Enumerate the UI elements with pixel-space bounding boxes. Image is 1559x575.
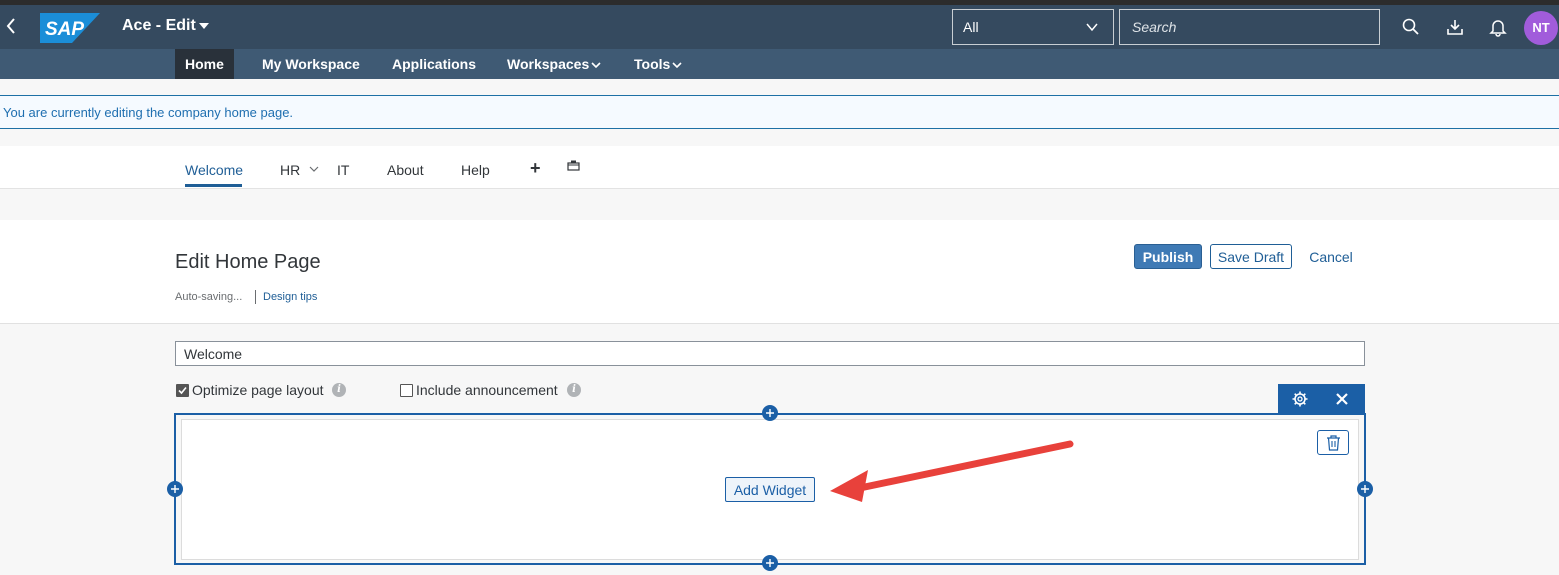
chevron-down-icon[interactable] [308, 163, 320, 175]
chevron-down-icon [591, 62, 601, 69]
publish-button[interactable]: Publish [1134, 244, 1202, 269]
search-scope-value: All [963, 19, 979, 35]
search-input[interactable] [1120, 10, 1379, 44]
download-icon[interactable] [1445, 17, 1465, 37]
nav-item-home[interactable]: Home [175, 49, 234, 79]
tab-it[interactable]: IT [337, 162, 349, 178]
autosave-status: Auto-saving... [175, 291, 243, 303]
optimize-layout-label: Optimize page layout [192, 382, 324, 398]
editing-info-message: You are currently editing the company ho… [0, 95, 1559, 129]
add-row-above-handle[interactable] [762, 405, 778, 421]
user-avatar[interactable]: NT [1524, 11, 1558, 45]
sap-logo[interactable]: SAP [40, 13, 100, 43]
checkmark-icon [178, 386, 187, 395]
tab-active-indicator [185, 184, 242, 187]
plus-icon [766, 409, 774, 417]
nav-item-tools[interactable]: Tools [634, 49, 682, 79]
search-scope-select[interactable]: All [952, 9, 1114, 45]
tab-hr[interactable]: HR [280, 162, 300, 178]
close-icon[interactable] [1333, 390, 1351, 408]
bell-icon[interactable] [1488, 17, 1508, 37]
tab-about[interactable]: About [387, 162, 424, 178]
back-icon[interactable] [4, 16, 20, 38]
tab-help[interactable]: Help [461, 162, 490, 178]
search-icon[interactable] [1401, 17, 1421, 37]
page-title: Edit Home Page [175, 251, 321, 273]
plus-icon [766, 559, 774, 567]
cancel-button[interactable]: Cancel [1306, 244, 1356, 269]
nav-item-applications[interactable]: Applications [392, 49, 476, 79]
nav-item-my-workspace[interactable]: My Workspace [262, 49, 360, 79]
add-tab-button[interactable]: + [530, 158, 541, 179]
plus-icon [1361, 485, 1369, 493]
info-icon[interactable]: i [332, 383, 346, 397]
trash-icon [1327, 435, 1340, 451]
info-icon[interactable]: i [567, 383, 581, 397]
include-announcement-label: Include announcement [416, 382, 558, 398]
editor-header: Edit Home Page Auto-saving... Design tip… [0, 220, 1559, 324]
divider [255, 290, 256, 304]
manage-tabs-icon[interactable] [567, 160, 581, 172]
add-column-left-handle[interactable] [167, 481, 183, 497]
add-column-right-handle[interactable] [1357, 481, 1373, 497]
delete-section-button[interactable] [1317, 430, 1349, 455]
page-name-input[interactable] [175, 341, 1365, 366]
annotation-arrow-icon [830, 440, 1074, 502]
gear-icon[interactable] [1291, 390, 1309, 408]
include-announcement-checkbox[interactable] [400, 384, 413, 397]
app-title-caret-icon[interactable] [199, 23, 209, 29]
nav-item-tools-label: Tools [634, 56, 671, 72]
chevron-down-icon [672, 62, 682, 69]
sap-logo-text: SAP [45, 19, 84, 40]
optimize-layout-checkbox[interactable] [176, 384, 189, 397]
top-nav: Home My Workspace Applications Workspace… [0, 49, 1559, 79]
design-tips-link[interactable]: Design tips [263, 291, 317, 303]
shell-header: SAP Ace - Edit All NT [0, 5, 1559, 49]
app-title[interactable]: Ace - Edit [122, 17, 196, 35]
add-widget-button[interactable]: Add Widget [725, 477, 815, 502]
save-draft-button[interactable]: Save Draft [1210, 244, 1292, 269]
chevron-down-icon [1086, 23, 1098, 32]
plus-icon [171, 485, 179, 493]
nav-item-workspaces[interactable]: Workspaces [507, 49, 601, 79]
nav-item-workspaces-label: Workspaces [507, 56, 590, 72]
search-field[interactable] [1119, 9, 1380, 45]
page-tabs: Welcome HR IT About Help + [0, 146, 1559, 189]
tab-welcome[interactable]: Welcome [185, 162, 243, 178]
section-toolbar [1278, 384, 1365, 413]
add-row-below-handle[interactable] [762, 555, 778, 571]
